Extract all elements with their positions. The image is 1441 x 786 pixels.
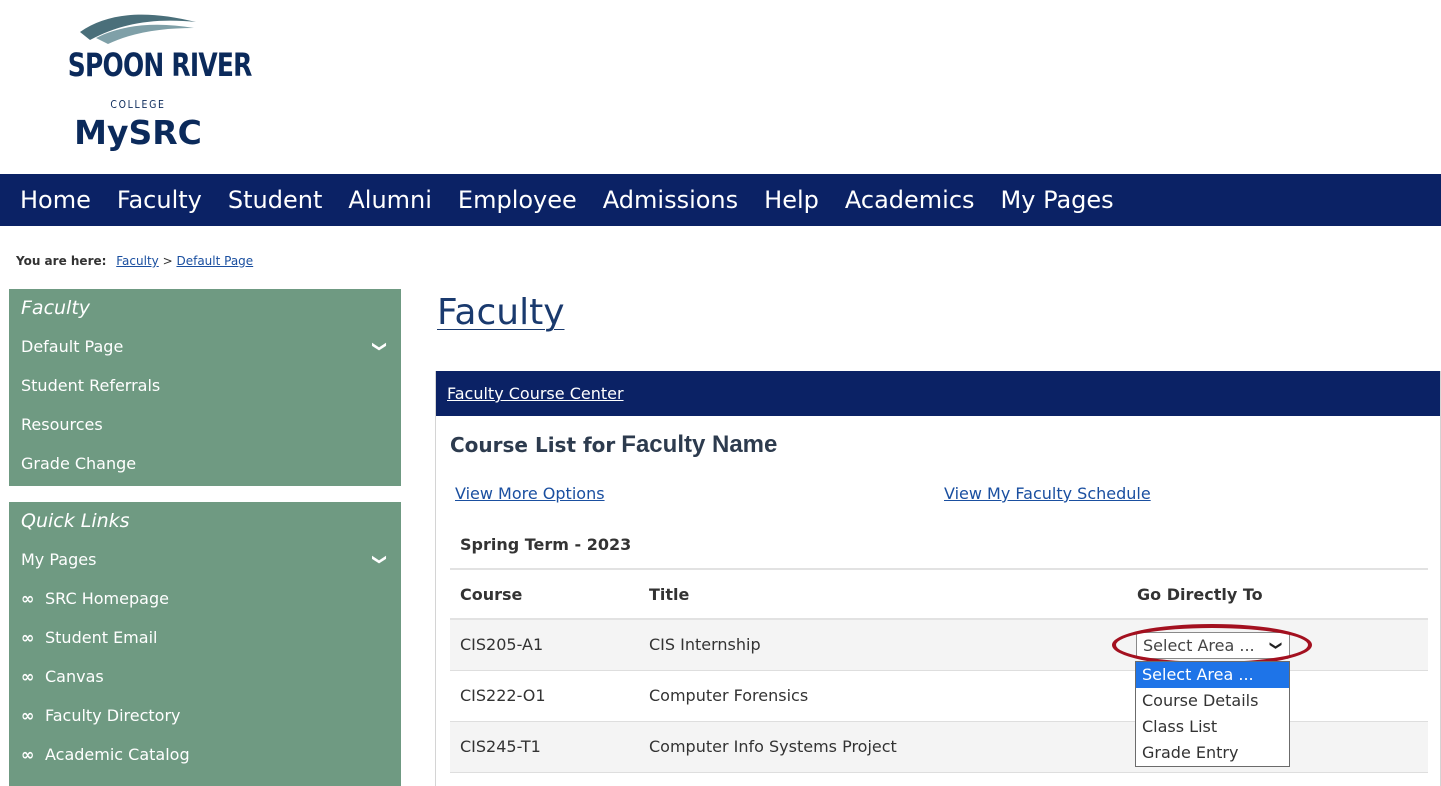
sidebar-quick-links-section: Quick Links My Pages ❯ ∞ SRC Homepage ∞ St… bbox=[9, 502, 401, 786]
link-icon: ∞ bbox=[21, 745, 35, 764]
nav-faculty[interactable]: Faculty bbox=[117, 186, 202, 214]
nav-employee[interactable]: Employee bbox=[458, 186, 577, 214]
nav-my-pages[interactable]: My Pages bbox=[1001, 186, 1114, 214]
quick-link-academic-catalog[interactable]: ∞ Academic Catalog bbox=[9, 735, 401, 774]
main-navigation: Home Faculty Student Alumni Employee Adm… bbox=[0, 174, 1441, 226]
quick-link-label: Student Email bbox=[45, 628, 158, 647]
option-class-list[interactable]: Class List bbox=[1136, 714, 1289, 740]
sidebar-item-my-pages[interactable]: My Pages ❯ bbox=[9, 540, 401, 579]
view-more-options-link[interactable]: View More Options bbox=[455, 484, 605, 503]
course-list-label: Course List for bbox=[450, 433, 616, 457]
link-icon: ∞ bbox=[21, 706, 35, 725]
chevron-down-icon[interactable]: ❯ bbox=[360, 554, 399, 566]
sidebar-item-resources[interactable]: Resources bbox=[9, 405, 401, 444]
column-header-go-directly-to: Go Directly To bbox=[1137, 585, 1263, 604]
quick-link-faculty-directory[interactable]: ∞ Faculty Directory bbox=[9, 696, 401, 735]
nav-help[interactable]: Help bbox=[764, 186, 819, 214]
sidebar-faculty-section: Faculty Default Page ❯ Student Referrals… bbox=[9, 289, 401, 486]
course-code: CIS222-O1 bbox=[460, 686, 546, 705]
course-list-heading: Course List for Faculty Name bbox=[450, 431, 777, 459]
faculty-name: Faculty Name bbox=[621, 431, 778, 458]
nav-home[interactable]: Home bbox=[20, 186, 91, 214]
faculty-course-center-panel: Faculty Course Center Course List for Fac… bbox=[435, 371, 1441, 786]
go-directly-to-dropdown: Select Area ... Course Details Class Lis… bbox=[1135, 661, 1290, 767]
breadcrumb-label: You are here: bbox=[16, 254, 107, 268]
page-title[interactable]: Faculty bbox=[437, 292, 565, 333]
panel-header: Faculty Course Center bbox=[436, 371, 1440, 416]
breadcrumb: You are here: Faculty > Default Page bbox=[16, 254, 253, 268]
breadcrumb-default-page-link[interactable]: Default Page bbox=[176, 254, 253, 268]
college-logo[interactable]: SPOON RIVER COLLEGE MySRC bbox=[48, 10, 253, 160]
nav-academics[interactable]: Academics bbox=[845, 186, 975, 214]
select-current-value: Select Area ... bbox=[1143, 636, 1255, 655]
nav-admissions[interactable]: Admissions bbox=[603, 186, 738, 214]
faculty-course-center-link[interactable]: Faculty Course Center bbox=[447, 384, 624, 403]
swoosh-icon bbox=[80, 14, 196, 44]
option-select-area[interactable]: Select Area ... bbox=[1136, 662, 1289, 688]
quick-link-label: SRC Homepage bbox=[45, 589, 169, 608]
nav-alumni[interactable]: Alumni bbox=[348, 186, 432, 214]
course-code: CIS205-A1 bbox=[460, 635, 544, 654]
logo-college-word: COLLEGE bbox=[110, 98, 166, 111]
go-directly-to-select[interactable]: Select Area ... ❯ bbox=[1136, 632, 1290, 659]
course-title: CIS Internship bbox=[649, 635, 761, 654]
term-label: Spring Term - 2023 bbox=[460, 535, 632, 554]
option-grade-entry[interactable]: Grade Entry bbox=[1136, 740, 1289, 766]
quick-link-label: Academic Catalog bbox=[45, 745, 190, 764]
quick-link-label: Faculty Directory bbox=[45, 706, 181, 725]
view-faculty-schedule-link[interactable]: View My Faculty Schedule bbox=[944, 484, 1151, 503]
sidebar-item-label: Default Page bbox=[21, 337, 124, 356]
column-header-title: Title bbox=[649, 585, 690, 604]
breadcrumb-faculty-link[interactable]: Faculty bbox=[116, 254, 159, 268]
chevron-down-icon: ❯ bbox=[1269, 640, 1284, 651]
sidebar-item-default-page[interactable]: Default Page ❯ bbox=[9, 327, 401, 366]
logo-college-name: SPOON RIVER bbox=[67, 46, 253, 84]
quick-link-canvas[interactable]: ∞ Canvas bbox=[9, 657, 401, 696]
table-header-row: Course Title Go Directly To bbox=[450, 570, 1428, 620]
quick-link-label: Canvas bbox=[45, 667, 104, 686]
sidebar-item-student-referrals[interactable]: Student Referrals bbox=[9, 366, 401, 405]
course-title: Computer Info Systems Project bbox=[649, 737, 897, 756]
course-code: CIS245-T1 bbox=[460, 737, 541, 756]
logo-portal-name: MySRC bbox=[74, 113, 202, 152]
quick-link-src-homepage[interactable]: ∞ SRC Homepage bbox=[9, 579, 401, 618]
link-icon: ∞ bbox=[21, 667, 35, 686]
sidebar-item-label: My Pages bbox=[21, 550, 97, 569]
column-header-course: Course bbox=[460, 585, 523, 604]
chevron-down-icon[interactable]: ❯ bbox=[360, 341, 399, 353]
breadcrumb-separator: > bbox=[162, 254, 173, 268]
sidebar-item-grade-change[interactable]: Grade Change bbox=[9, 444, 401, 483]
option-course-details[interactable]: Course Details bbox=[1136, 688, 1289, 714]
sidebar-faculty-heading: Faculty bbox=[21, 297, 91, 319]
link-icon: ∞ bbox=[21, 589, 35, 608]
sidebar-quick-links-heading: Quick Links bbox=[21, 510, 130, 532]
nav-student[interactable]: Student bbox=[228, 186, 322, 214]
quick-link-student-email[interactable]: ∞ Student Email bbox=[9, 618, 401, 657]
link-icon: ∞ bbox=[21, 628, 35, 647]
course-title: Computer Forensics bbox=[649, 686, 809, 705]
